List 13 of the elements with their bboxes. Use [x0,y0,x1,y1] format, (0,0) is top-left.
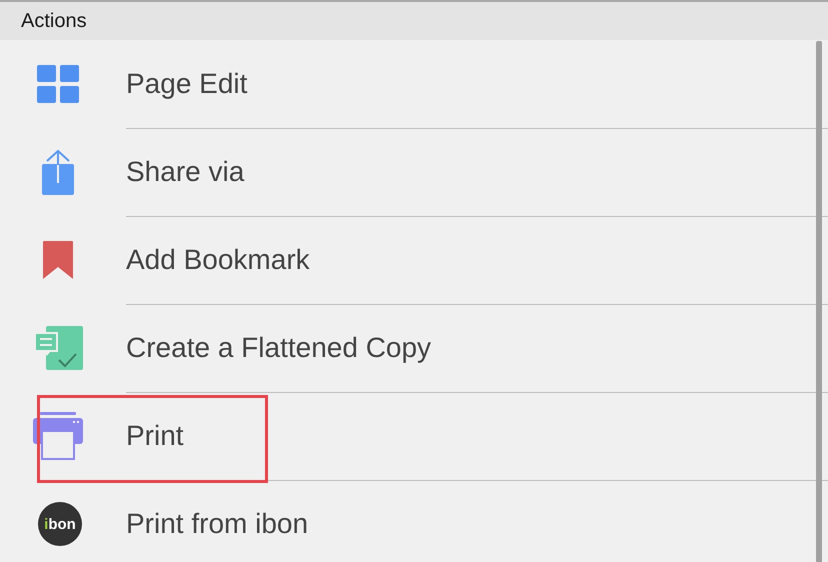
action-item[interactable]: Page Edit [126,68,248,100]
grid-icon [37,65,79,103]
action-item[interactable]: Share via [126,156,244,188]
action-item[interactable]: Create a Flattened Copy [126,332,432,364]
ibon-logo-icon: ibon [38,502,82,546]
printer-icon [33,412,83,460]
action-item[interactable]: Print [126,420,184,452]
action-item[interactable]: Print from ibon [126,508,308,540]
action-item[interactable]: Add Bookmark [126,244,310,276]
section-title: Actions [21,10,87,32]
scrollbar[interactable] [816,41,822,562]
bookmark-icon [43,241,73,279]
share-icon [41,149,75,195]
